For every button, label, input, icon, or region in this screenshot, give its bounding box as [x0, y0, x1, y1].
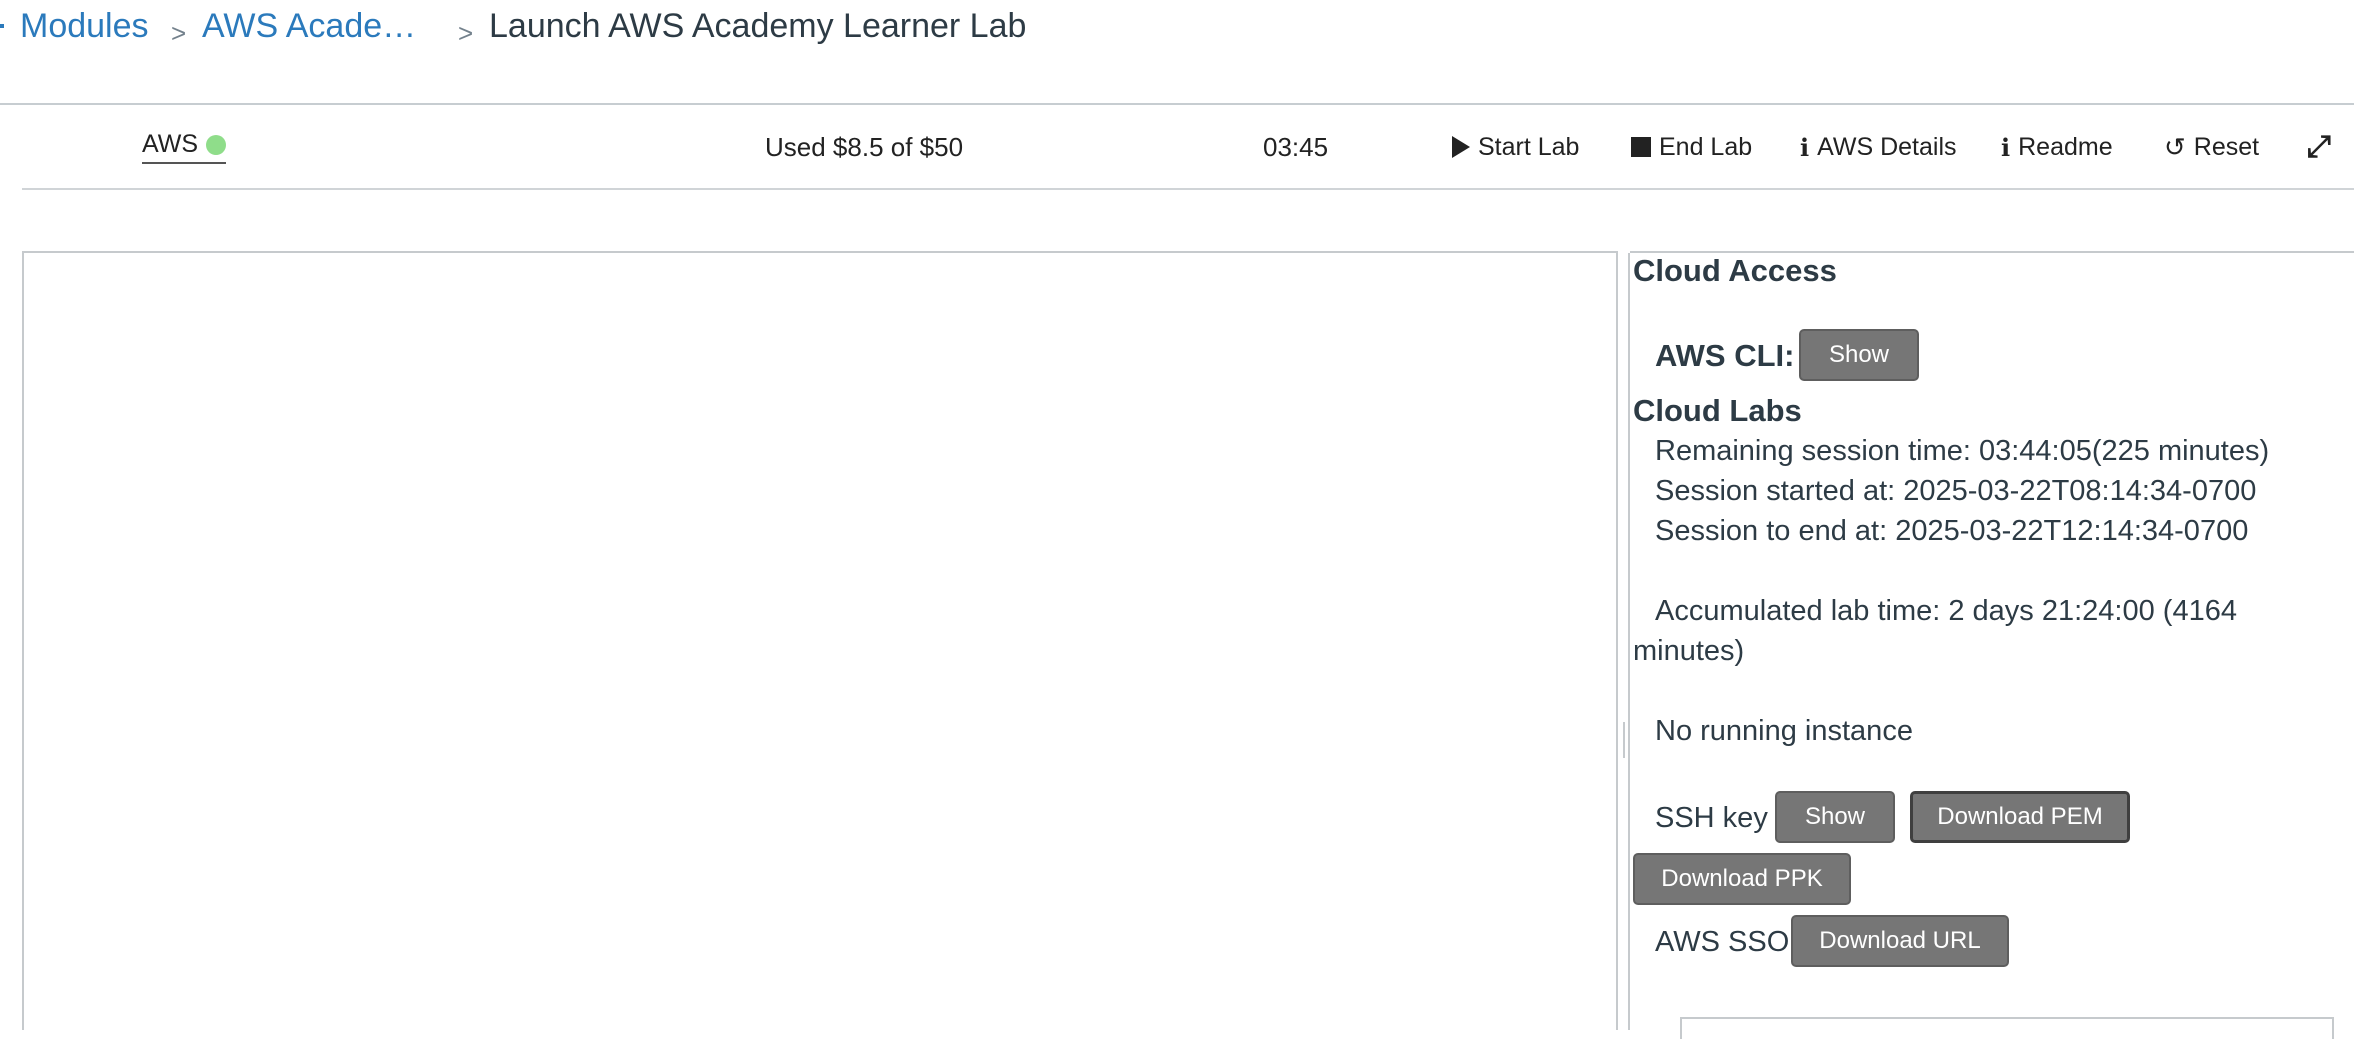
pane-splitter[interactable] [1628, 253, 1630, 1030]
readme-label: Readme [2018, 132, 2113, 161]
aws-console-link[interactable]: AWS [142, 106, 227, 188]
session-timer: 03:45 [1263, 131, 1329, 162]
download-url-button[interactable]: Download URL [1791, 915, 2009, 967]
end-lab-label: End Lab [1659, 132, 1753, 161]
ssh-key-label: SSH key [1655, 802, 1768, 834]
start-lab-label: Start Lab [1478, 132, 1580, 161]
stop-icon [1631, 137, 1651, 157]
breadcrumb-course-link[interactable]: AWS Acade… [202, 4, 416, 48]
credentials-box [1680, 1017, 2334, 1039]
session-end-at: Session to end at: 2025-03-22T12:14:34-0… [1655, 515, 2249, 547]
lab-status-indicator [206, 134, 227, 155]
breadcrumb-current-page: Launch AWS Academy Learner Lab [489, 7, 1027, 45]
download-pem-button[interactable]: Download PEM [1910, 791, 2130, 843]
breadcrumb: Modules > AWS Acade… > Launch AWS Academ… [0, 0, 2354, 104]
readme-button[interactable]: i Readme [2001, 106, 2113, 188]
accumulated-lab-time: Accumulated lab time: 2 days 21:24:00 (4… [1655, 595, 2237, 627]
aws-details-label: AWS Details [1817, 132, 1957, 161]
remaining-session-time: Remaining session time: 03:44:05(225 min… [1655, 435, 2270, 467]
expand-icon: ⤢ [2307, 130, 2331, 163]
download-ppk-button[interactable]: Download PPK [1633, 853, 1851, 905]
reset-label: Reset [2193, 132, 2260, 161]
breadcrumb-truncated-prefix [0, 24, 4, 28]
splitter-grip-icon[interactable] [1623, 722, 1625, 758]
aws-cli-label: AWS CLI: [1655, 338, 1795, 373]
reset-icon: ↺ [2164, 131, 2186, 162]
breadcrumb-separator-icon: > [171, 18, 187, 48]
ssh-key-show-button[interactable]: Show [1775, 791, 1895, 843]
breadcrumb-separator-icon: > [458, 18, 474, 48]
breadcrumb-divider [0, 103, 2354, 105]
aws-cli-show-button[interactable]: Show [1799, 329, 1919, 381]
budget-usage: Used $8.5 of $50 [765, 131, 964, 162]
lab-toolbar: AWS Used $8.5 of $50 03:45 Start Lab End… [22, 106, 2354, 188]
aws-details-button[interactable]: i AWS Details [1800, 106, 1957, 188]
start-lab-button[interactable]: Start Lab [1452, 106, 1579, 188]
cloud-access-heading: Cloud Access [1633, 253, 1837, 288]
session-started-at: Session started at: 2025-03-22T08:14:34-… [1655, 475, 2257, 507]
terminal-pane[interactable] [22, 251, 1618, 1030]
toolbar-divider [22, 188, 2354, 190]
expand-button[interactable]: ⤢ [2307, 106, 2331, 188]
aws-sso-label: AWS SSO [1655, 926, 1790, 958]
reset-button[interactable]: ↺ Reset [2164, 106, 2259, 188]
end-lab-button[interactable]: End Lab [1631, 106, 1752, 188]
instance-status: No running instance [1655, 715, 1913, 747]
cloud-labs-heading: Cloud Labs [1633, 393, 1802, 428]
cloud-info-panel: Cloud Access AWS CLI: Show Cloud Labs Re… [1633, 251, 2354, 1039]
aws-label: AWS [142, 130, 199, 158]
breadcrumb-modules-link[interactable]: Modules [20, 4, 149, 48]
info-icon: i [2001, 132, 2011, 162]
accumulated-lab-time-cont: minutes) [1633, 635, 1745, 667]
info-icon: i [1800, 132, 1810, 162]
play-icon [1452, 136, 1470, 158]
